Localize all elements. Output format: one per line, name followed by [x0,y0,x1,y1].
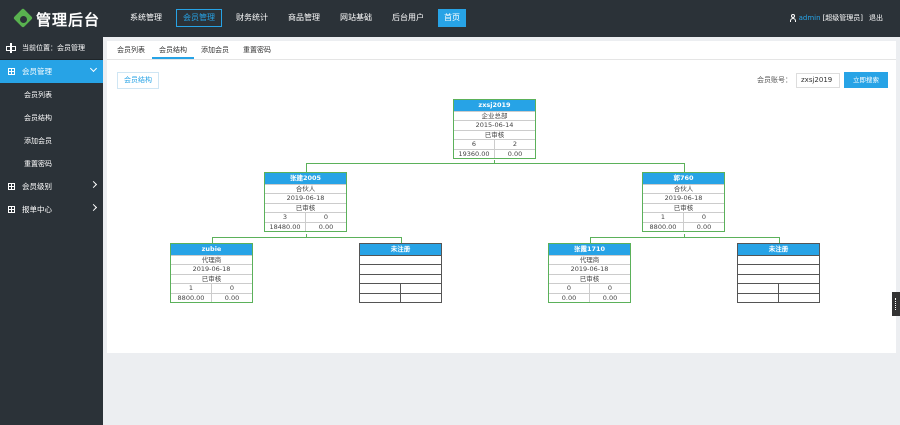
node-counts: 10 [171,283,252,293]
node-date: 2019-06-18 [171,264,252,273]
tree-node-level2-right[interactable]: 郭760 合伙人 2019-06-18 已审核 10 8800.00 0.00 [642,172,725,232]
main-panel: 会员列表 会员结构 添加会员 重置密码 会员结构 会员账号： 立即搜索 zxsj… [107,41,896,353]
breadcrumb-text: 当前位置：会员管理 [22,44,85,52]
member-tree: zxsj2019 企业总部 2015-06-14 已审核 62 19360.00… [107,41,896,353]
tree-node-level3-1[interactable]: zubie 代理商 2019-06-18 已审核 10 8800.00 0.00 [170,243,253,303]
node-role: 合伙人 [265,184,346,193]
node-amounts [738,292,819,302]
node-status: 已审核 [549,273,630,283]
node-counts: 62 [454,139,535,149]
node-role [360,255,441,264]
sidebar-subitem-member-list[interactable]: 会员列表 [0,83,103,106]
node-role: 代理商 [171,255,252,264]
chevron-right-icon [89,203,98,212]
node-date [738,264,819,273]
chevron-down-icon [89,64,98,73]
breadcrumb: 当前位置：会员管理 [0,37,103,60]
node-counts [360,283,441,293]
node-status: 已审核 [265,202,346,212]
tree-node-level3-2-unregistered[interactable]: 未注册 [359,243,442,303]
topnav-site[interactable]: 网站基础 [334,9,378,27]
logo-icon [13,8,33,28]
grid-icon [8,68,15,75]
sidebar-item-label: 报单中心 [22,205,52,214]
location-icon [6,43,16,53]
sidebar-menu: 会员管理 会员列表 会员结构 添加会员 重置密码 会员级别 报单中心 [0,60,103,221]
node-counts: 10 [643,212,724,222]
topnav-products[interactable]: 商品管理 [282,9,326,27]
topnav-home[interactable]: 首页 [438,9,466,27]
node-role: 合伙人 [643,184,724,193]
node-counts [738,283,819,293]
user-name[interactable]: admin [799,14,821,22]
node-status [738,273,819,283]
node-name: 郭760 [643,173,724,184]
node-counts: 30 [265,212,346,222]
tree-node-root[interactable]: zxsj2019 企业总部 2015-06-14 已审核 62 19360.00… [453,99,536,159]
node-date [360,264,441,273]
node-role: 代理商 [549,255,630,264]
node-status: 已审核 [171,273,252,283]
sidebar-item-label: 会员级别 [22,182,52,191]
app-title: 管理后台 [36,10,101,29]
sidebar-item-order-center[interactable]: 报单中心 [0,198,103,221]
top-bar: 管理后台 系统管理 会员管理 财务统计 商品管理 网站基础 后台用户 首页 ad… [0,0,900,37]
tree-node-level2-left[interactable]: 张建2005 合伙人 2019-06-18 已审核 30 18480.00 0.0… [264,172,347,232]
node-name: zxsj2019 [454,100,535,111]
tree-node-level3-3[interactable]: 张霞1710 代理商 2019-06-18 已审核 00 0.00 0.00 [548,243,631,303]
topnav-admin-users[interactable]: 后台用户 [386,9,430,27]
node-name: zubie [171,244,252,255]
sidebar-subitem-add-member[interactable]: 添加会员 [0,129,103,152]
tree-node-level3-4-unregistered[interactable]: 未注册 [737,243,820,303]
node-amounts: 18480.00 0.00 [265,221,346,231]
top-nav: 系统管理 会员管理 财务统计 商品管理 网站基础 后台用户 首页 [124,9,474,27]
node-name: 张建2005 [265,173,346,184]
node-amounts: 0.00 0.00 [549,292,630,302]
node-role [738,255,819,264]
sidebar-subitem-reset-password[interactable]: 重置密码 [0,152,103,175]
logo[interactable]: 管理后台 [13,8,101,30]
chevron-right-icon [89,180,98,189]
sidebar-item-label: 会员管理 [22,67,52,76]
topnav-finance[interactable]: 财务统计 [230,9,274,27]
grid-icon [8,183,15,190]
node-name: 未注册 [738,244,819,255]
side-handle[interactable] [892,292,900,316]
node-name: 未注册 [360,244,441,255]
logout-link[interactable]: 退出 [869,13,883,23]
user-box: admin [超级管理员] 退出 [789,13,883,23]
node-status: 已审核 [454,129,535,139]
user-icon [789,14,797,22]
topnav-system[interactable]: 系统管理 [124,9,168,27]
sidebar-item-member-management[interactable]: 会员管理 [0,60,103,83]
user-role: [超级管理员] [822,14,863,22]
node-date: 2019-06-18 [643,193,724,202]
sidebar-item-member-level[interactable]: 会员级别 [0,175,103,198]
node-name: 张霞1710 [549,244,630,255]
node-role: 企业总部 [454,111,535,120]
node-date: 2019-06-18 [265,193,346,202]
sidebar-subitem-member-structure[interactable]: 会员结构 [0,106,103,129]
node-amounts: 19360.00 0.00 [454,148,535,158]
topnav-members[interactable]: 会员管理 [176,9,222,27]
grid-icon [8,206,15,213]
sidebar: 当前位置：会员管理 会员管理 会员列表 会员结构 添加会员 重置密码 会员级别 … [0,37,103,425]
node-status: 已审核 [643,202,724,212]
node-counts: 00 [549,283,630,293]
node-amounts: 8800.00 0.00 [643,221,724,231]
sidebar-submenu: 会员列表 会员结构 添加会员 重置密码 [0,83,103,175]
node-date: 2019-06-18 [549,264,630,273]
node-amounts: 8800.00 0.00 [171,292,252,302]
node-date: 2015-06-14 [454,120,535,129]
node-amounts [360,292,441,302]
node-status [360,273,441,283]
